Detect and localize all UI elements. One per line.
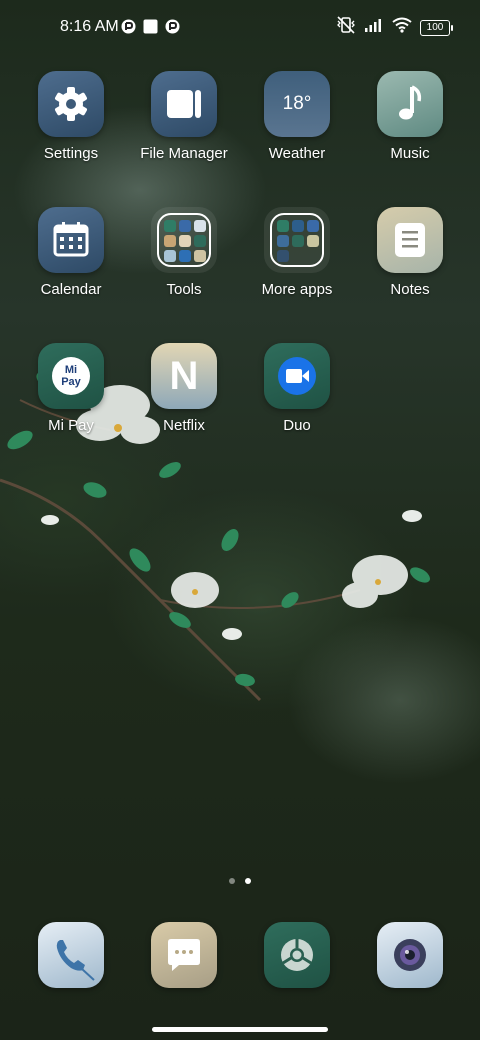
app-file-manager[interactable]: File Manager [129, 71, 239, 162]
folder-grid-icon [264, 207, 330, 273]
page-dot[interactable] [229, 878, 235, 884]
page-indicator [0, 878, 480, 884]
app-label: More apps [261, 281, 333, 298]
mi-pay-logo: Mi Pay [61, 364, 81, 388]
app-label: Notes [390, 281, 430, 298]
home-indicator[interactable] [152, 1027, 328, 1032]
app-notes[interactable]: Notes [355, 207, 465, 298]
app-calendar[interactable]: Calendar [16, 207, 126, 298]
app-label: File Manager [140, 145, 228, 162]
page-dot-active[interactable] [245, 878, 251, 884]
netflix-icon: N [151, 343, 217, 409]
mi-pay-icon: Mi Pay [38, 343, 104, 409]
signal-icon [364, 17, 384, 38]
app-label: Tools [166, 281, 202, 298]
clock: 8:16 AM [60, 18, 119, 35]
weather-temperature: 18° [282, 93, 312, 114]
app-label: Music [390, 145, 430, 162]
dock-camera[interactable] [377, 922, 443, 988]
notification-icon [121, 19, 136, 34]
app-netflix[interactable]: N Netflix [129, 343, 239, 434]
app-duo[interactable]: Duo [242, 343, 352, 434]
app-weather[interactable]: 18° Weather [242, 71, 352, 162]
netflix-logo: N [169, 353, 199, 398]
app-label: Calendar [40, 281, 102, 298]
camera-icon [377, 922, 443, 988]
square-notification-icon [143, 19, 158, 34]
dock-phone[interactable] [38, 922, 104, 988]
app-mi-pay[interactable]: Mi Pay Mi Pay [16, 343, 126, 434]
gear-icon [38, 71, 104, 137]
music-note-icon [377, 71, 443, 137]
app-label: Duo [283, 417, 311, 434]
dock-messages[interactable] [151, 922, 217, 988]
vibrate-off-icon [336, 16, 356, 39]
weather-icon: 18° [264, 71, 330, 137]
notification-icon-2 [165, 19, 180, 34]
folder-grid-icon [151, 207, 217, 273]
phone-icon [38, 922, 104, 988]
app-label: Settings [43, 145, 99, 162]
app-label: Netflix [163, 417, 205, 434]
chrome-icon [264, 922, 330, 988]
calendar-icon [38, 207, 104, 273]
dock-chrome[interactable] [264, 922, 330, 988]
video-camera-icon [264, 343, 330, 409]
app-label: Mi Pay [48, 417, 94, 434]
app-settings[interactable]: Settings [16, 71, 126, 162]
app-label: Weather [268, 145, 326, 162]
app-music[interactable]: Music [355, 71, 465, 162]
status-bar: 8:16 AM 100 [0, 0, 480, 56]
folder-more-apps[interactable]: More apps [242, 207, 352, 298]
battery-icon: 100 [420, 19, 453, 36]
notes-icon [377, 207, 443, 273]
folder-tools[interactable]: Tools [129, 207, 239, 298]
wifi-icon [392, 17, 412, 38]
folder-icon [151, 71, 217, 137]
message-icon [151, 922, 217, 988]
